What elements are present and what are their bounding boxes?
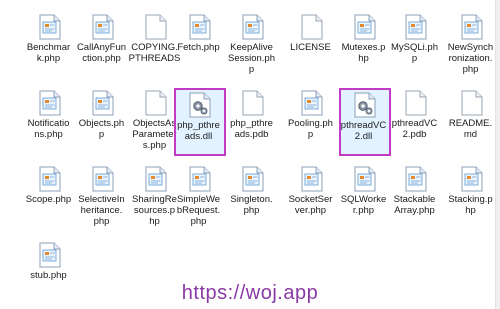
php-file-icon	[354, 166, 376, 192]
file-label: Benchmar k.php	[26, 42, 71, 64]
file-label: Fetch.php	[177, 42, 220, 53]
php-file-icon	[189, 14, 211, 40]
php-file-icon	[354, 14, 376, 40]
file-label: Notificatio ns.php	[27, 118, 70, 140]
php-file-icon	[242, 14, 264, 40]
php-file-icon	[242, 166, 264, 192]
file-license[interactable]: LICENSE	[286, 12, 338, 80]
php-file-icon	[405, 14, 427, 40]
php-file-icon	[461, 166, 483, 192]
file-label: Objects.ph p	[78, 118, 125, 140]
file-label: KeepAlive Session.ph p	[227, 42, 275, 75]
file-label: Scope.php	[25, 194, 72, 205]
file-label: Pooling.ph p	[288, 118, 333, 140]
php-file-icon	[92, 90, 114, 116]
file-benchmark-php[interactable]: Benchmar k.php	[24, 12, 76, 80]
blank-file-icon	[145, 90, 167, 116]
php-file-icon	[405, 166, 427, 192]
file-scope-php[interactable]: Scope.php	[24, 164, 76, 232]
file-mutexes-php[interactable]: Mutexes.p hp	[339, 12, 391, 80]
file-mysqli-php[interactable]: MySQLi.ph p	[390, 12, 442, 80]
php-file-icon	[39, 14, 61, 40]
file-pthreadvc2-dll[interactable]: pthreadVC 2.dll	[339, 88, 391, 156]
php-file-icon	[301, 166, 323, 192]
file-fetch-php[interactable]: Fetch.php	[174, 12, 226, 80]
file-label: php_pthre ads.dll	[177, 120, 220, 142]
file-grid: Benchmar k.php CallAnyFun ction.php COPYING.…	[0, 0, 500, 309]
blank-file-icon	[301, 14, 323, 40]
php-file-icon	[39, 242, 61, 268]
file-php-pthreads-dll[interactable]: php_pthre ads.dll	[174, 88, 226, 156]
php-file-icon	[39, 166, 61, 192]
file-keepalivesession-php[interactable]: KeepAlive Session.ph p	[227, 12, 279, 80]
php-file-icon	[145, 166, 167, 192]
php-file-icon	[461, 14, 483, 40]
file-socketserver-php[interactable]: SocketSer ver.php	[286, 164, 338, 232]
file-label: SelectiveIn heritance. php	[78, 194, 125, 227]
blank-file-icon	[242, 90, 264, 116]
file-label: CallAnyFun ction.php	[76, 42, 127, 64]
file-label: SimpleWe bRequest. php	[176, 194, 221, 227]
dll-gear-file-icon	[189, 92, 211, 118]
blank-file-icon	[405, 90, 427, 116]
file-label: MySQLi.ph p	[391, 42, 438, 64]
file-label: SocketSer ver.php	[288, 194, 333, 216]
file-singleton-php[interactable]: Singleton. php	[227, 164, 279, 232]
php-file-icon	[189, 166, 211, 192]
file-pooling-php[interactable]: Pooling.ph p	[286, 88, 338, 156]
php-file-icon	[301, 90, 323, 116]
file-sqlworker-php[interactable]: SQLWorke r.php	[339, 164, 391, 232]
file-label: pthreadVC 2.dll	[340, 120, 387, 142]
file-label: Mutexes.p hp	[341, 42, 386, 64]
php-file-icon	[39, 90, 61, 116]
file-label: Stacking.p hp	[448, 194, 493, 216]
php-file-icon	[92, 166, 114, 192]
file-callanyfunction-php[interactable]: CallAnyFun ction.php	[77, 12, 129, 80]
file-label: php_pthre ads.pdb	[230, 118, 273, 140]
file-label: LICENSE	[290, 42, 331, 53]
file-label: SQLWorke r.php	[340, 194, 387, 216]
blank-file-icon	[461, 90, 483, 116]
file-selectiveinheritance-php[interactable]: SelectiveIn heritance. php	[77, 164, 129, 232]
file-label: Singleton. php	[230, 194, 273, 216]
dll-gear-file-icon	[354, 92, 376, 118]
file-label: stub.php	[30, 270, 67, 281]
file-stacking-php[interactable]: Stacking.p hp	[446, 164, 498, 232]
file-php-pthreads-pdb[interactable]: php_pthre ads.pdb	[227, 88, 279, 156]
file-readme-md[interactable]: README. md	[446, 88, 498, 156]
file-notifications-php[interactable]: Notificatio ns.php	[24, 88, 76, 156]
blank-file-icon	[145, 14, 167, 40]
file-label: NewSynch ronization. php	[447, 42, 494, 75]
file-newsynchronization-php[interactable]: NewSynch ronization. php	[446, 12, 498, 80]
file-label: Stackable Array.php	[393, 194, 436, 216]
watermark-text: https://woj.app	[181, 282, 319, 304]
file-label: pthreadVC 2.pdb	[391, 118, 438, 140]
file-objects-php[interactable]: Objects.ph p	[77, 88, 129, 156]
file-stackablearray-php[interactable]: Stackable Array.php	[390, 164, 442, 232]
php-file-icon	[92, 14, 114, 40]
file-simplewebrequest-php[interactable]: SimpleWe bRequest. php	[174, 164, 226, 232]
file-pthreadvc2-pdb[interactable]: pthreadVC 2.pdb	[390, 88, 442, 156]
scrollbar[interactable]	[495, 0, 500, 309]
file-label: README. md	[448, 118, 493, 140]
